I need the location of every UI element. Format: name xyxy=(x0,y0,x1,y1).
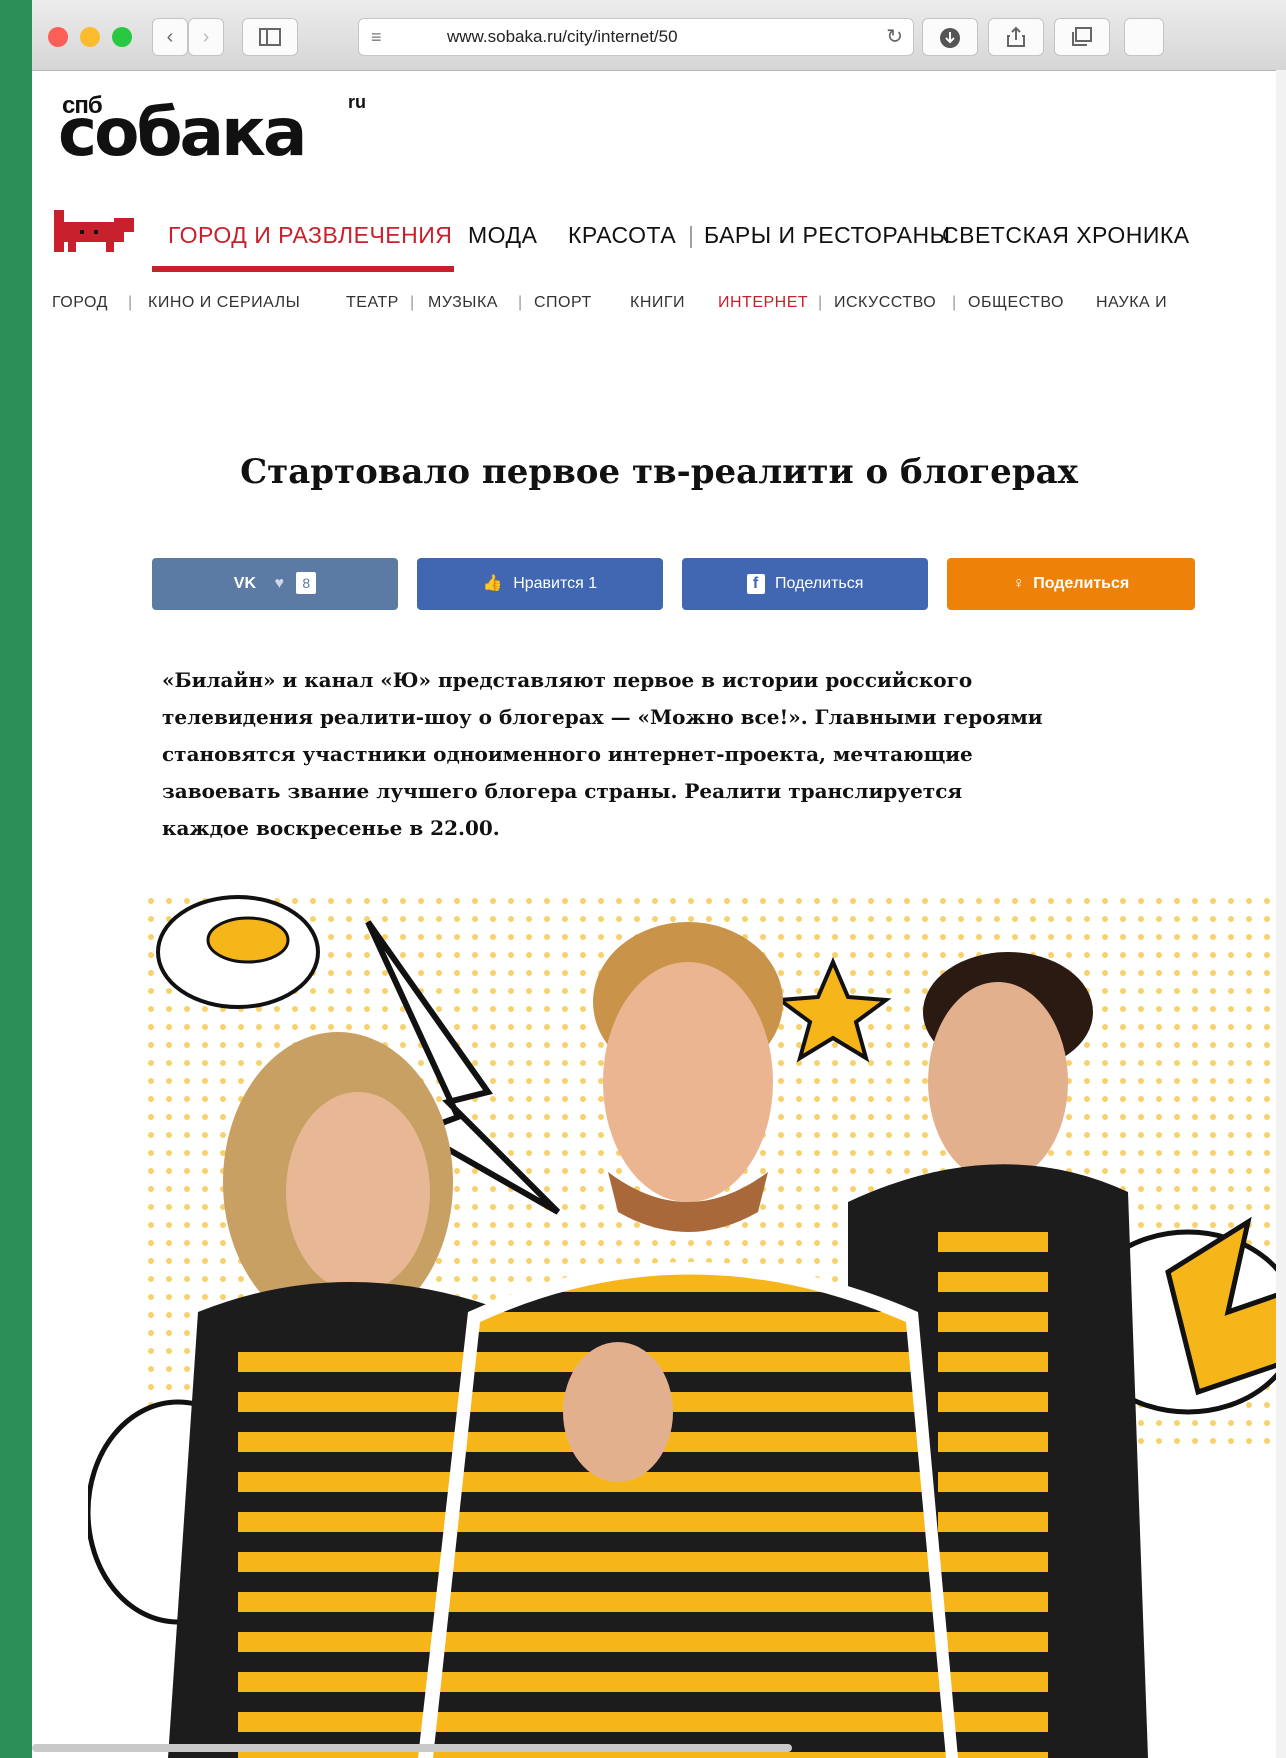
chevron-right-icon: › xyxy=(202,26,210,48)
vertical-scrollbar[interactable] xyxy=(1276,70,1286,1758)
fb-share-button[interactable]: f Поделиться xyxy=(682,558,928,610)
forward-button[interactable]: › xyxy=(188,18,224,56)
reader-icon[interactable]: ≡ xyxy=(371,19,382,55)
subnav-separator: | xyxy=(410,294,415,311)
fb-like-button[interactable]: 👍 Нравится 1 xyxy=(417,558,663,610)
minimize-window-button[interactable] xyxy=(80,27,100,47)
subnav-separator: | xyxy=(818,294,823,311)
subnav-item-music[interactable]: МУЗЫКА xyxy=(428,294,498,312)
site-logo[interactable]: собака xyxy=(58,98,307,168)
address-bar[interactable]: ≡ www.sobaka.ru/city/internet/50 ↻ xyxy=(358,18,914,56)
odnoklassniki-icon: ♀ xyxy=(1012,575,1025,592)
subnav-item-science[interactable]: НАУКА И xyxy=(1096,294,1167,312)
sidebar-button[interactable] xyxy=(242,18,298,56)
fb-share-label: Поделиться xyxy=(775,575,864,592)
subnav-item-city[interactable]: ГОРОД xyxy=(52,294,108,312)
show-tabs-button[interactable] xyxy=(1054,18,1110,56)
close-window-button[interactable] xyxy=(48,27,68,47)
url-text[interactable]: www.sobaka.ru/city/internet/50 xyxy=(447,19,757,55)
article-title: Стартовало первое тв-реалити о блогерах xyxy=(240,452,1078,492)
lead-line: завоевать звание лучшего блогера страны.… xyxy=(162,779,963,803)
subnav-separator: | xyxy=(128,294,133,311)
dog-logo-icon[interactable] xyxy=(54,208,134,254)
article-hero-image xyxy=(88,892,1286,1758)
facebook-icon: f xyxy=(746,574,765,594)
nav-separator: | xyxy=(688,222,695,248)
lead-line: «Билайн» и канал «Ю» представляют первое… xyxy=(162,668,973,692)
download-icon xyxy=(940,28,960,48)
tabs-icon xyxy=(1072,27,1092,46)
browser-window: ‹ › ≡ www.sobaka.ru/city/internet/50 ↻ с… xyxy=(32,0,1286,1758)
nav-item-beauty[interactable]: КРАСОТА xyxy=(568,222,676,249)
hero-illustration xyxy=(88,892,1286,1758)
subnav-item-cinema[interactable]: КИНО И СЕРИАЛЫ xyxy=(148,294,300,312)
lead-line: становятся участники одноименного интерн… xyxy=(162,742,973,766)
zoom-window-button[interactable] xyxy=(112,27,132,47)
subnav-separator: | xyxy=(518,294,523,311)
sidebar-icon xyxy=(259,28,281,46)
browser-toolbar: ‹ › ≡ www.sobaka.ru/city/internet/50 ↻ xyxy=(32,0,1286,71)
reload-icon[interactable]: ↻ xyxy=(886,19,903,55)
nav-item-society[interactable]: СВЕТСКАЯ ХРОНИКА xyxy=(942,222,1190,249)
new-tab-button[interactable] xyxy=(1124,18,1164,56)
logo-domain-suffix: ru xyxy=(348,92,366,112)
chevron-left-icon: ‹ xyxy=(166,26,174,48)
subnav-item-books[interactable]: КНИГИ xyxy=(630,294,685,312)
share-icon xyxy=(1007,26,1025,47)
subnav-item-theatre[interactable]: ТЕАТР xyxy=(346,294,399,312)
vk-share-button[interactable]: VK ♥ 8 xyxy=(152,558,398,610)
horizontal-scrollbar[interactable] xyxy=(32,1744,792,1752)
share-button[interactable] xyxy=(988,18,1044,56)
subnav-item-sport[interactable]: СПОРТ xyxy=(534,294,592,312)
article-lead: «Билайн» и канал «Ю» представляют первое… xyxy=(162,662,1212,847)
like-label: Нравится 1 xyxy=(513,575,598,592)
nav-item-city[interactable]: ГОРОД И РАЗВЛЕЧЕНИЯ xyxy=(168,222,452,249)
vk-share-count: 8 xyxy=(296,572,317,594)
thumbs-up-icon: 👍 xyxy=(482,575,503,592)
active-nav-underline xyxy=(152,266,454,272)
subnav-item-community[interactable]: ОБЩЕСТВО xyxy=(968,294,1064,312)
subnav-item-art[interactable]: ИСКУССТВО xyxy=(834,294,936,312)
vk-icon: VK xyxy=(233,575,257,592)
lead-line: каждое воскресенье в 22.00. xyxy=(162,816,500,840)
lead-line: телевидения реалити-шоу о блогерах — «Мо… xyxy=(162,705,1043,729)
subnav-item-internet[interactable]: ИНТЕРНЕТ xyxy=(718,294,808,312)
nav-item-bars[interactable]: БАРЫ И РЕСТОРАНЫ xyxy=(704,222,951,249)
ok-share-button[interactable]: ♀ Поделиться xyxy=(947,558,1195,610)
ok-share-label: Поделиться xyxy=(1033,575,1130,592)
heart-icon: ♥ xyxy=(274,575,284,592)
subnav-separator: | xyxy=(952,294,957,311)
download-button[interactable] xyxy=(922,18,978,56)
nav-item-fashion[interactable]: МОДА xyxy=(468,222,537,249)
back-button[interactable]: ‹ xyxy=(152,18,188,56)
